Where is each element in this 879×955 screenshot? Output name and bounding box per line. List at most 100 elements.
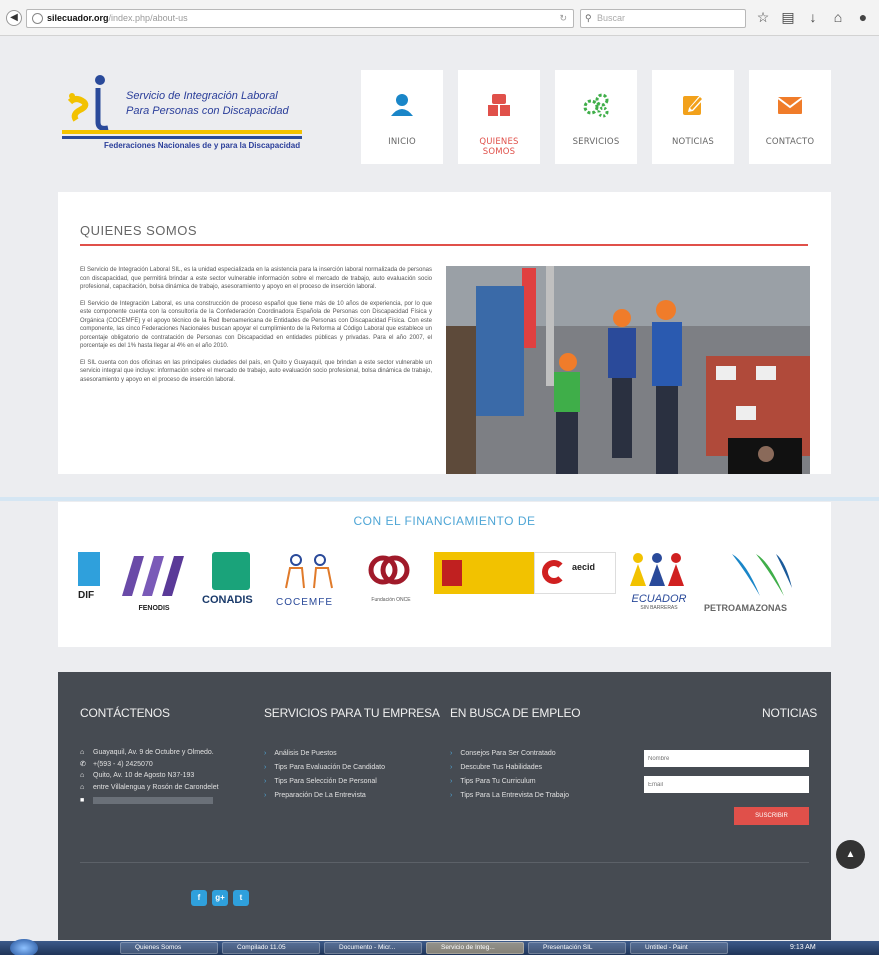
sponsor-once-logo[interactable]: Fundación ONCE: [361, 552, 421, 622]
contact-address-uio-detail: entre Villalengua y Rosón de Carondelet: [93, 783, 219, 791]
services-link[interactable]: Análisis De Puestos: [264, 747, 385, 761]
contact-address-uio: Quito, Av. 10 de Agosto N37-193: [93, 772, 195, 779]
sil-logo[interactable]: Servicio de Integración Laboral Para Per…: [62, 74, 307, 164]
phone-icon: ✆: [80, 760, 86, 768]
taskbar-item[interactable]: Quienes Somos: [120, 942, 218, 954]
sponsor-name: ECUADOR: [631, 593, 687, 605]
services-link[interactable]: Preparación De La Entrevista: [264, 789, 385, 803]
nav-label: CONTACTO: [765, 137, 815, 147]
ecuador-people-icon: [630, 553, 684, 586]
sponsor-name: PETROAMAZONAS: [704, 603, 787, 613]
download-icon[interactable]: ↓: [806, 9, 820, 26]
funding-title: CON EL FINANCIAMIENTO DE: [353, 514, 536, 528]
twitter-icon[interactable]: t: [233, 890, 249, 906]
jobs-link[interactable]: Descubre Tus Habilidades: [450, 761, 569, 775]
fenodis-mark-icon: [122, 556, 184, 596]
nav-noticias[interactable]: NOTICIAS: [652, 70, 734, 164]
url-path: /index.php/about-us: [108, 13, 188, 23]
sponsor-name: COCEMFE: [276, 597, 333, 608]
about-section: QUIENES SOMOS El Servicio de Integración…: [58, 192, 831, 474]
subscribe-button[interactable]: SUSCRIBIR: [734, 807, 809, 825]
logo-line2: Para Personas con Discapacidad: [126, 105, 289, 117]
sponsor-name: Fundación ONCE: [371, 597, 411, 603]
news-heading: NOTICIAS: [762, 706, 818, 720]
once-mark-icon: [368, 555, 410, 585]
sponsor-dif-logo[interactable]: DIF: [78, 552, 102, 622]
sponsor-conadis-logo[interactable]: CONADIS: [202, 552, 264, 622]
site-footer: CONTÁCTENOS ⌂ Guayaquil, Av. 9 de Octubre…: [58, 672, 831, 940]
facebook-icon[interactable]: f: [191, 890, 207, 906]
taskbar-item[interactable]: Documento - Micr...: [324, 942, 422, 954]
address-bar[interactable]: silecuador.org/index.php/about-us ↻: [26, 9, 574, 28]
about-paragraph-2: El Servicio de Integración Laboral, es u…: [80, 300, 432, 350]
cocemfe-mark-icon: [285, 554, 333, 589]
home-icon[interactable]: ⌂: [831, 9, 845, 26]
browser-toolbar: ◀ silecuador.org/index.php/about-us ↻ ⚲ …: [0, 0, 879, 36]
jobs-link[interactable]: Tips Para La Entrevista De Trabajo: [450, 789, 569, 803]
chat-icon[interactable]: ●: [856, 9, 870, 26]
section-title: QUIENES SOMOS: [80, 223, 198, 238]
edit-icon: [683, 95, 704, 115]
mail-icon: [777, 97, 803, 114]
globe-icon: [32, 13, 43, 24]
about-paragraph-1: El Servicio de Integración Laboral SIL, …: [80, 267, 432, 290]
contact-phone: +(593 - 4) 2425070: [93, 760, 153, 768]
email-field[interactable]: [644, 776, 809, 793]
bookmarks-icon[interactable]: ▤: [781, 9, 795, 26]
services-link[interactable]: Tips Para Selección De Personal: [264, 775, 385, 789]
person-icon: [391, 94, 413, 116]
services-heading: SERVICIOS PARA TU EMPRESA: [264, 706, 440, 720]
search-input[interactable]: ⚲ Buscar: [580, 9, 746, 28]
section-divider: [0, 497, 879, 501]
name-field[interactable]: [644, 750, 809, 767]
reload-icon[interactable]: ↻: [559, 10, 567, 27]
toolbar-icons: ☆ ▤ ↓ ⌂ ● ≡: [756, 9, 879, 26]
title-underline: [80, 244, 808, 246]
warehouse-image: [446, 266, 810, 474]
logo-yellow-bar: [62, 130, 302, 134]
workers-photo: [446, 266, 810, 474]
google-plus-icon[interactable]: g+: [212, 890, 228, 906]
sponsor-subtitle: SIN BARRERAS: [640, 605, 678, 611]
contact-heading: CONTÁCTENOS: [80, 706, 170, 720]
jobs-heading: EN BUSCA DE EMPLEO: [450, 706, 581, 720]
user-icon: ■: [80, 797, 85, 804]
nav-inicio[interactable]: INICIO: [361, 70, 443, 164]
sponsor-name: CONADIS: [202, 594, 253, 606]
taskbar-item-active[interactable]: Servicio de Integ...: [426, 942, 524, 954]
home-icon: ⌂: [80, 783, 85, 791]
nav-contacto[interactable]: CONTACTO: [749, 70, 831, 164]
services-link[interactable]: Tips Para Evaluación De Candidato: [264, 761, 385, 775]
sponsor-fenodis-logo[interactable]: FENODIS: [118, 552, 190, 622]
sponsor-petroamazonas-logo[interactable]: PETROAMAZONAS: [704, 552, 812, 622]
taskbar-item[interactable]: Untitled - Paint: [630, 942, 728, 954]
sponsor-ecuador-logo[interactable]: ECUADOR SIN BARRERAS: [624, 552, 694, 622]
contact-email-blurred[interactable]: [93, 797, 213, 804]
sponsor-aecid-logo[interactable]: aecid: [434, 552, 616, 594]
jobs-link[interactable]: Tips Para Tu Curriculum: [450, 775, 569, 789]
back-arrow-icon[interactable]: ◀: [6, 10, 22, 26]
home-icon: ⌂: [80, 772, 85, 779]
nav-label: INICIO: [388, 137, 416, 147]
star-icon[interactable]: ☆: [756, 9, 770, 26]
scroll-to-top-button[interactable]: ▲: [836, 840, 865, 869]
about-paragraph-3: El SIL cuenta con dos oficinas en las pr…: [80, 359, 432, 383]
petroamazonas-mark-icon: [732, 554, 792, 596]
jobs-link[interactable]: Consejos Para Ser Contratado: [450, 747, 569, 761]
nav-quienes-somos[interactable]: QUIENES SOMOS: [458, 70, 540, 164]
search-icon: ⚲: [585, 13, 592, 23]
start-button[interactable]: [10, 939, 38, 955]
contact-address-gye: Guayaquil, Av. 9 de Octubre y Olmedo.: [93, 749, 214, 756]
sil-logo-mark-icon: [67, 75, 109, 131]
sponsor-name: aecid: [572, 562, 596, 572]
system-clock[interactable]: 9:13 AM: [790, 941, 816, 955]
sponsor-cocemfe-logo[interactable]: COCEMFE: [276, 552, 346, 622]
funding-section: CON EL FINANCIAMIENTO DE DIF FENODIS CON…: [58, 502, 831, 647]
nav-label: NOTICIAS: [672, 137, 714, 147]
taskbar-item[interactable]: Compilado 11.05: [222, 942, 320, 954]
url-domain: silecuador.org: [47, 13, 109, 23]
nav-servicios[interactable]: SERVICIOS: [555, 70, 637, 164]
taskbar-item[interactable]: Presentación SIL: [528, 942, 626, 954]
logo-blue-bar: [62, 136, 302, 139]
logo-line3: Federaciones Nacionales de y para la Dis…: [104, 141, 301, 150]
